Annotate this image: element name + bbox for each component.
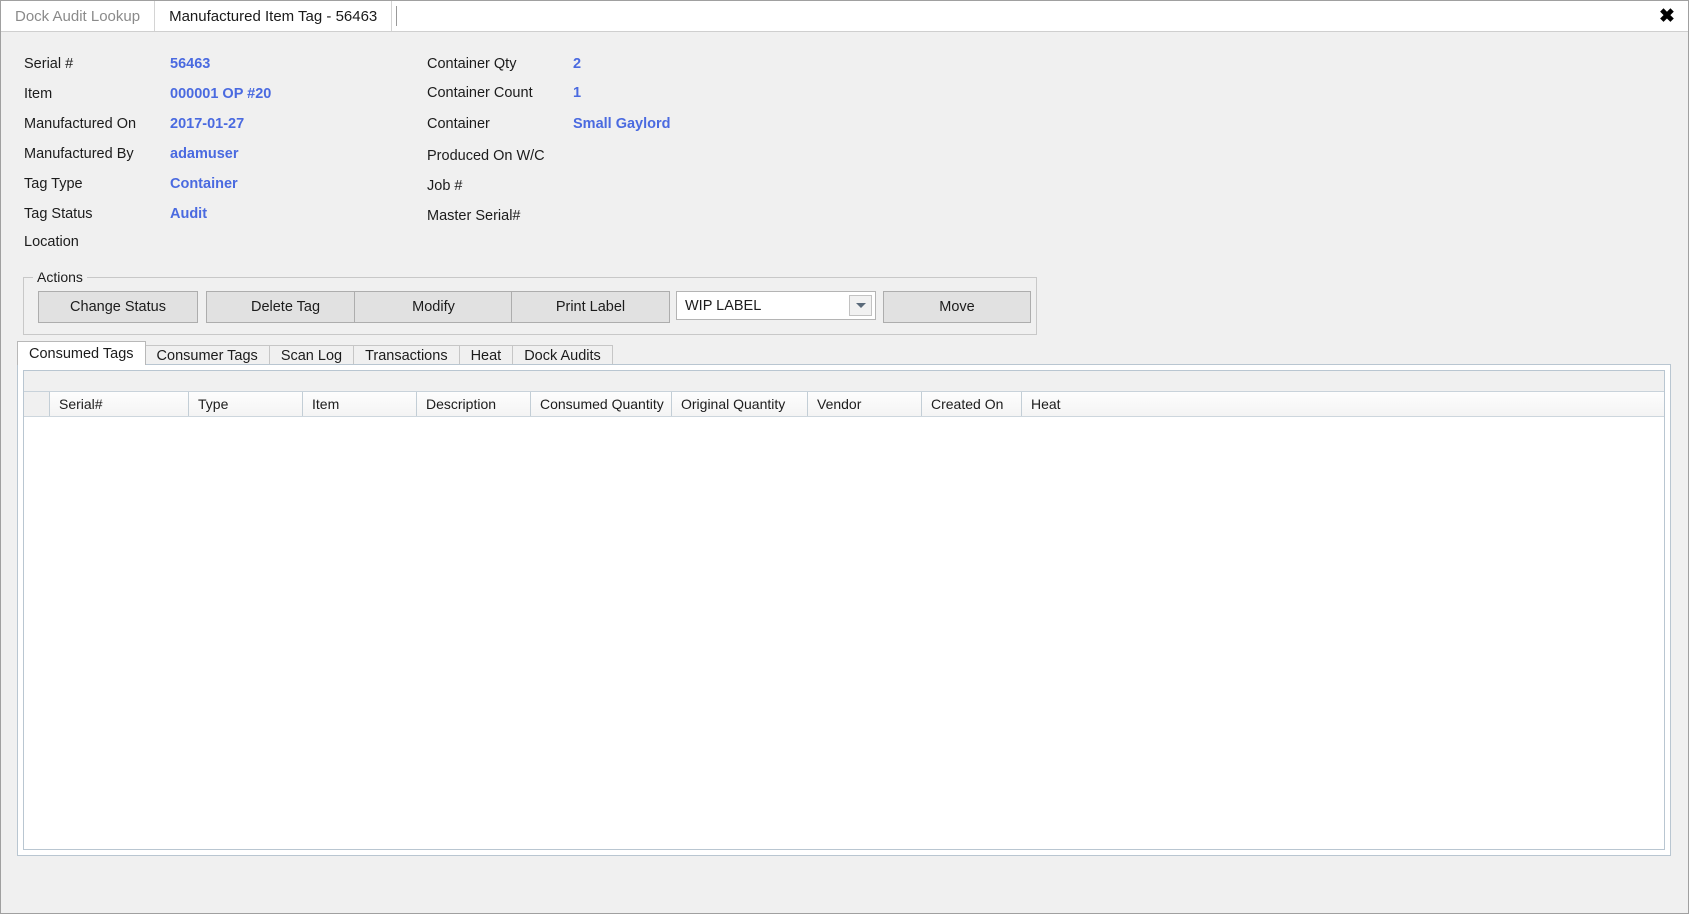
grid-column-type[interactable]: Type bbox=[189, 392, 303, 416]
change-status-button[interactable]: Change Status bbox=[38, 291, 198, 323]
grid-column-consumed-quantity[interactable]: Consumed Quantity bbox=[531, 392, 672, 416]
tab-label: Consumer Tags bbox=[156, 347, 258, 364]
actions-group-box: Actions Change Status Delete Tag Modify … bbox=[23, 269, 1037, 335]
chevron-down-glyph bbox=[855, 303, 866, 308]
tab-consumer-tags[interactable]: Consumer Tags bbox=[144, 345, 270, 365]
tab-label: Scan Log bbox=[280, 347, 343, 364]
field-container: Container Small Gaylord bbox=[1, 114, 701, 134]
tab-label: Heat bbox=[470, 347, 502, 364]
window-tab-manufactured-item-tag[interactable]: Manufactured Item Tag - 56463 bbox=[154, 1, 393, 31]
field-value: 1 bbox=[573, 85, 582, 101]
field-job-number: Job # bbox=[1, 176, 701, 196]
field-value: 2 bbox=[573, 56, 582, 72]
field-value: Small Gaylord bbox=[573, 116, 671, 132]
field-container-qty: Container Qty 2 bbox=[1, 54, 701, 74]
tab-heat[interactable]: Heat bbox=[458, 345, 514, 365]
delete-tag-button[interactable]: Delete Tag bbox=[206, 291, 365, 323]
field-label: Container bbox=[427, 116, 490, 132]
close-icon[interactable]: ✖ bbox=[1654, 3, 1680, 29]
tab-label: Consumed Tags bbox=[29, 345, 134, 362]
related-data-tab-control: Consumed Tags Consumer Tags Scan Log Tra… bbox=[17, 341, 1671, 856]
grid-body-empty bbox=[24, 417, 1664, 849]
tab-label: Dock Audits bbox=[524, 347, 601, 364]
tab-scan-log[interactable]: Scan Log bbox=[268, 345, 355, 365]
tab-label: Transactions bbox=[365, 347, 448, 364]
tab-transactions[interactable]: Transactions bbox=[353, 345, 460, 365]
print-label-button[interactable]: Print Label bbox=[511, 291, 670, 323]
field-label: Container Qty bbox=[427, 56, 517, 72]
related-data-tab-header: Consumed Tags Consumer Tags Scan Log Tra… bbox=[17, 341, 1671, 365]
label-type-select-value: WIP LABEL bbox=[685, 297, 762, 314]
modify-button[interactable]: Modify bbox=[354, 291, 513, 323]
chevron-down-icon[interactable] bbox=[849, 295, 872, 316]
field-location: Location bbox=[1, 232, 421, 252]
field-label: Location bbox=[24, 234, 79, 250]
actions-button-row: Change Status Delete Tag Modify Print La… bbox=[24, 278, 1036, 334]
tab-strip-caret bbox=[396, 6, 398, 26]
consumed-tags-grid: Serial# Type Item Description Consumed Q… bbox=[23, 370, 1665, 850]
field-label: Master Serial# bbox=[427, 208, 521, 224]
grid-column-item[interactable]: Item bbox=[303, 392, 417, 416]
window-tab-label: Manufactured Item Tag - 56463 bbox=[169, 7, 378, 25]
tab-dock-audits[interactable]: Dock Audits bbox=[512, 345, 613, 365]
tag-details-panel: Serial # 56463 Item 000001 OP #20 Manufa… bbox=[1, 32, 1688, 257]
field-label: Job # bbox=[427, 178, 463, 194]
consumed-tags-panel: Serial# Type Item Description Consumed Q… bbox=[17, 364, 1671, 856]
field-label: Container Count bbox=[427, 85, 533, 101]
grid-column-original-quantity[interactable]: Original Quantity bbox=[672, 392, 808, 416]
manufactured-item-tag-window: Dock Audit Lookup Manufactured Item Tag … bbox=[0, 0, 1689, 914]
grid-column-created-on[interactable]: Created On bbox=[922, 392, 1022, 416]
field-container-count: Container Count 1 bbox=[1, 83, 701, 103]
label-type-select[interactable]: WIP LABEL bbox=[676, 291, 876, 320]
grid-column-description[interactable]: Description bbox=[417, 392, 531, 416]
grid-column-serial-number[interactable]: Serial# bbox=[50, 392, 189, 416]
window-tab-strip: Dock Audit Lookup Manufactured Item Tag … bbox=[1, 1, 1688, 32]
grid-toolbar[interactable] bbox=[24, 371, 1664, 392]
grid-header-row: Serial# Type Item Description Consumed Q… bbox=[24, 392, 1664, 417]
grid-column-heat[interactable]: Heat bbox=[1022, 392, 1664, 416]
field-master-serial-number: Master Serial# bbox=[1, 206, 701, 226]
grid-column-vendor[interactable]: Vendor bbox=[808, 392, 922, 416]
field-produced-on-wc: Produced On W/C bbox=[1, 146, 701, 166]
move-button[interactable]: Move bbox=[883, 291, 1031, 323]
field-label: Produced On W/C bbox=[427, 148, 545, 164]
tab-consumed-tags[interactable]: Consumed Tags bbox=[17, 341, 146, 365]
grid-row-header-corner bbox=[24, 392, 50, 416]
window-tab-label: Dock Audit Lookup bbox=[15, 7, 141, 25]
window-tab-dock-audit-lookup[interactable]: Dock Audit Lookup bbox=[1, 1, 155, 31]
